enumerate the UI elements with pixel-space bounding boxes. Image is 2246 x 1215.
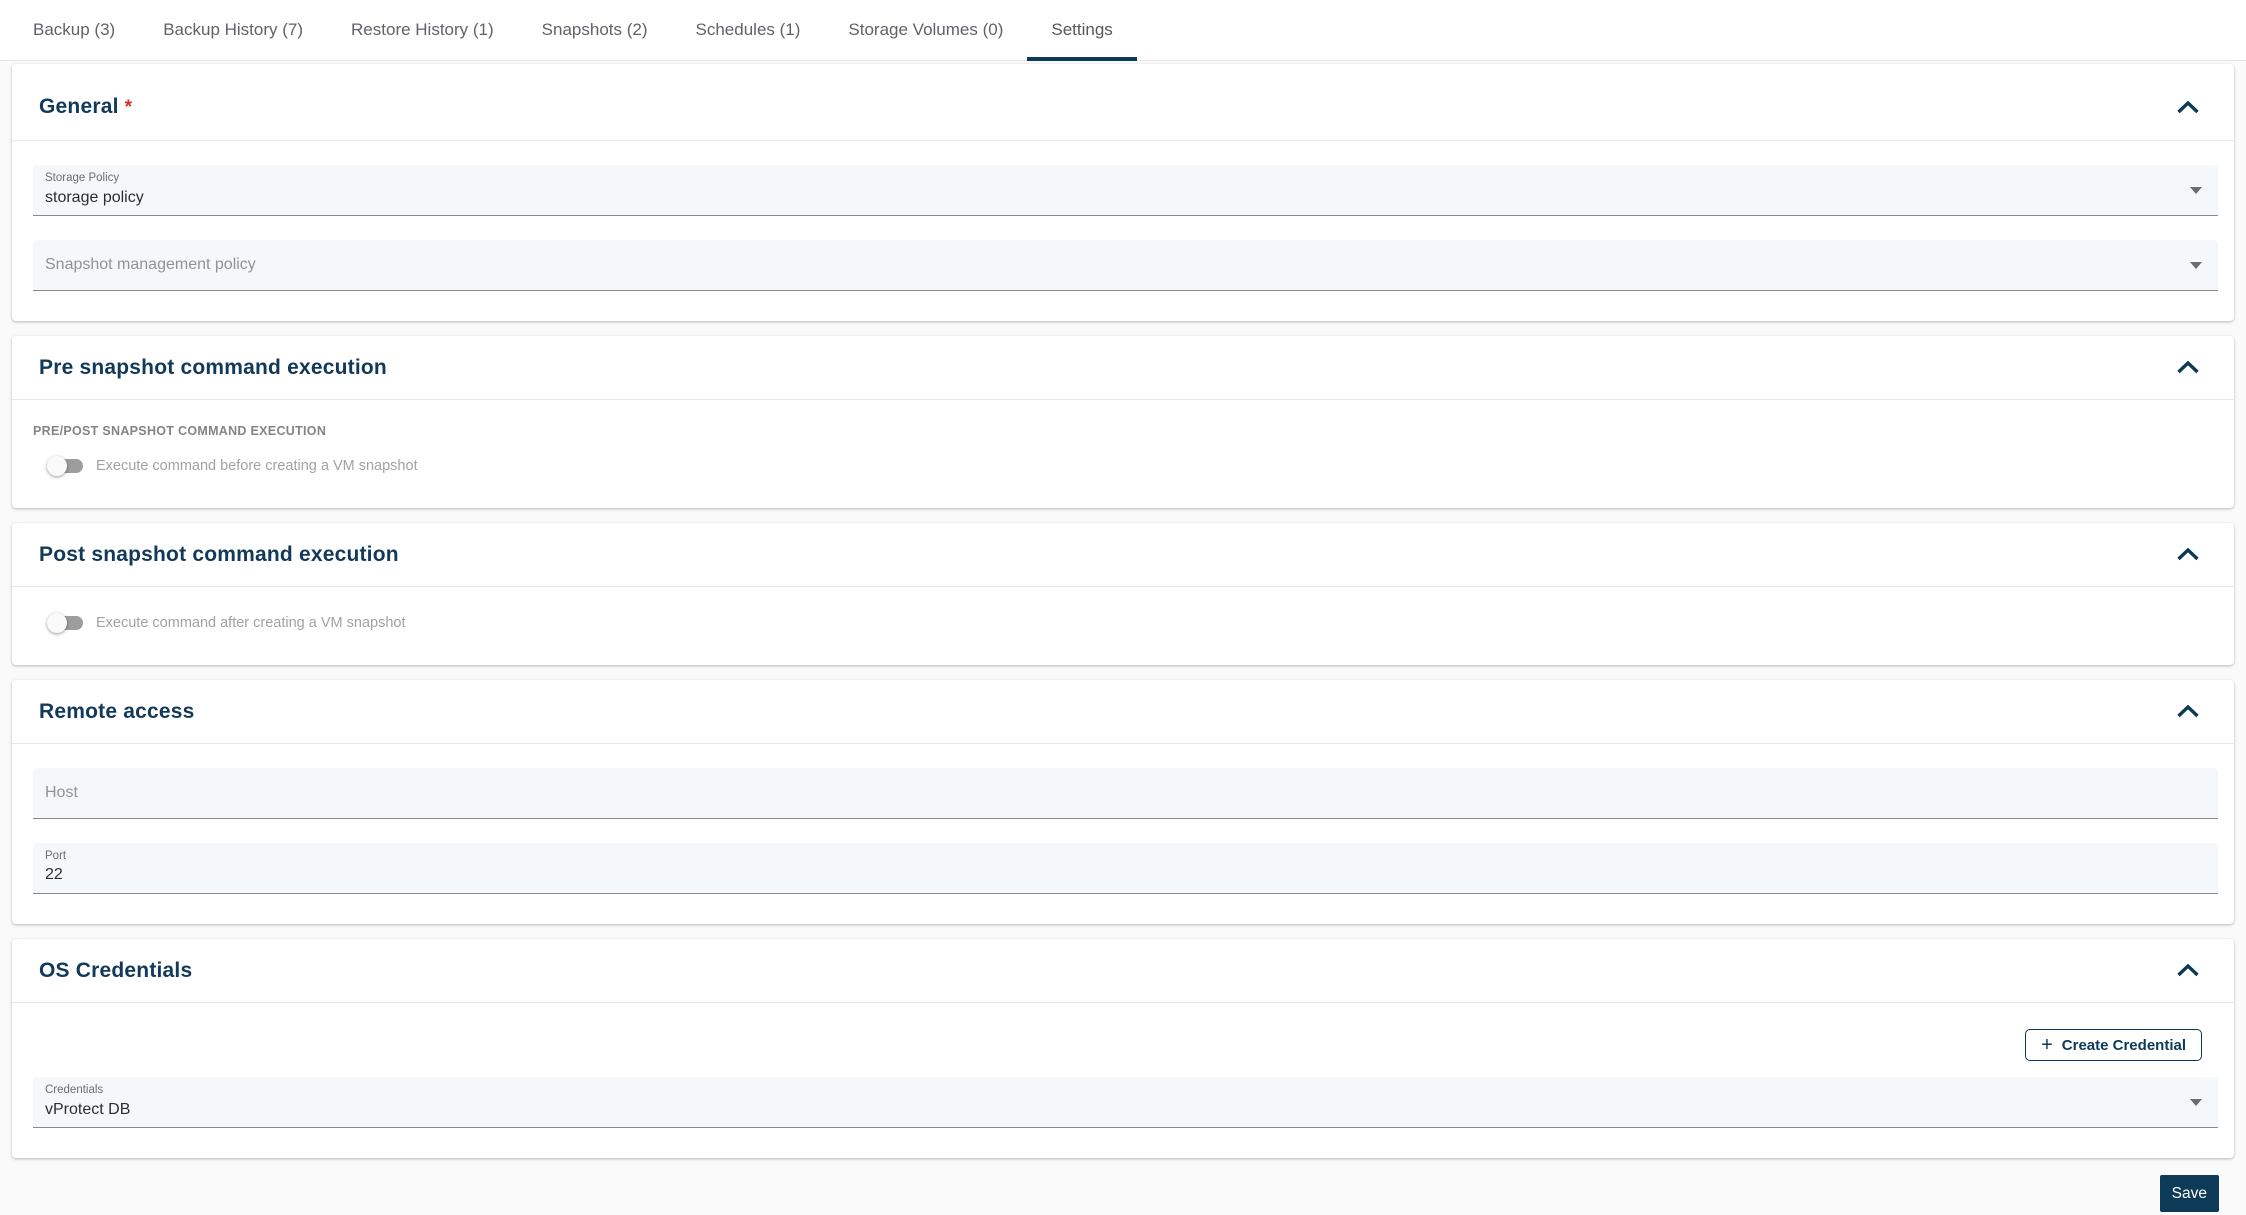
create-credential-label: Create Credential <box>2061 1036 2186 1054</box>
general-card-header: General * <box>12 64 2234 141</box>
settings-page: General * Storage Policy storage policy S… <box>0 61 2246 1212</box>
chevron-up-icon[interactable] <box>2172 701 2204 722</box>
remote-access-card: Remote access Port <box>12 680 2234 924</box>
os-credentials-card-header: OS Credentials <box>12 939 2234 1003</box>
post-snapshot-card-header: Post snapshot command execution <box>12 523 2234 587</box>
section-title-text: General <box>39 95 119 118</box>
plus-icon: + <box>2041 1034 2053 1056</box>
pre-snapshot-section-title: Pre snapshot command execution <box>39 355 387 379</box>
port-field: Port <box>33 843 2218 894</box>
credentials-select[interactable]: Credentials vProtect DB <box>33 1077 2218 1128</box>
credentials-label: Credentials <box>45 1084 104 1096</box>
pre-snapshot-toggle-label: Execute command before creating a VM sna… <box>96 458 418 474</box>
create-credential-row: + Create Credential <box>33 1029 2202 1061</box>
os-credentials-card: OS Credentials + Create Credential Crede… <box>12 939 2234 1158</box>
caret-down-icon <box>2190 262 2202 269</box>
tab-schedules[interactable]: Schedules (1) <box>672 0 825 60</box>
chevron-up-icon[interactable] <box>2172 97 2204 118</box>
pre-snapshot-toggle-row: Execute command before creating a VM sna… <box>47 454 2218 478</box>
tab-backup[interactable]: Backup (3) <box>9 0 139 60</box>
tab-storage-volumes[interactable]: Storage Volumes (0) <box>824 0 1027 60</box>
save-button[interactable]: Save <box>2159 1175 2219 1212</box>
post-snapshot-toggle-switch[interactable] <box>47 613 83 633</box>
snapshot-management-policy-select[interactable]: Snapshot management policy <box>33 240 2218 291</box>
tab-bar: Backup (3) Backup History (7) Restore Hi… <box>0 0 2246 61</box>
port-label: Port <box>45 850 67 862</box>
general-section-title: General * <box>39 95 132 119</box>
host-field <box>33 768 2218 819</box>
pre-snapshot-card-body: PRE/POST SNAPSHOT COMMAND EXECUTION Exec… <box>12 400 2234 508</box>
host-input[interactable] <box>45 784 2178 802</box>
port-input[interactable] <box>45 866 2178 884</box>
remote-access-section-title: Remote access <box>39 699 195 723</box>
chevron-up-icon[interactable] <box>2172 544 2204 565</box>
credentials-value: vProtect DB <box>45 1101 131 1118</box>
pre-post-group-label: PRE/POST SNAPSHOT COMMAND EXECUTION <box>33 424 327 438</box>
os-credentials-card-body: + Create Credential Credentials vProtect… <box>12 1003 2234 1158</box>
post-snapshot-toggle-label: Execute command after creating a VM snap… <box>96 615 406 631</box>
footer-actions: Save <box>12 1173 2234 1212</box>
chevron-up-icon[interactable] <box>2172 960 2204 981</box>
tab-restore-history[interactable]: Restore History (1) <box>327 0 518 60</box>
remote-access-card-body: Port <box>12 744 2234 924</box>
pre-snapshot-card: Pre snapshot command execution PRE/POST … <box>12 336 2234 508</box>
pre-snapshot-card-header: Pre snapshot command execution <box>12 336 2234 400</box>
caret-down-icon <box>2190 1099 2202 1106</box>
tab-settings[interactable]: Settings <box>1027 0 1138 61</box>
tab-snapshots[interactable]: Snapshots (2) <box>518 0 672 60</box>
tab-backup-history[interactable]: Backup History (7) <box>139 0 327 60</box>
storage-policy-select[interactable]: Storage Policy storage policy <box>33 165 2218 216</box>
general-card: General * Storage Policy storage policy S… <box>12 64 2234 321</box>
chevron-up-icon[interactable] <box>2172 357 2204 378</box>
post-snapshot-section-title: Post snapshot command execution <box>39 542 399 566</box>
required-asterisk: * <box>124 97 133 118</box>
general-card-body: Storage Policy storage policy Snapshot m… <box>12 141 2234 321</box>
post-snapshot-card-body: Execute command after creating a VM snap… <box>12 587 2234 665</box>
storage-policy-value: storage policy <box>45 189 144 206</box>
remote-access-card-header: Remote access <box>12 680 2234 744</box>
snapshot-management-policy-placeholder: Snapshot management policy <box>45 256 256 273</box>
pre-snapshot-toggle-switch[interactable] <box>47 456 83 476</box>
create-credential-button[interactable]: + Create Credential <box>2025 1029 2202 1061</box>
post-snapshot-toggle-row: Execute command after creating a VM snap… <box>47 611 2218 635</box>
toggle-thumb <box>47 456 67 476</box>
storage-policy-label: Storage Policy <box>45 172 120 184</box>
os-credentials-section-title: OS Credentials <box>39 958 193 982</box>
toggle-thumb <box>47 613 67 633</box>
caret-down-icon <box>2190 187 2202 194</box>
post-snapshot-card: Post snapshot command execution Execute … <box>12 523 2234 665</box>
